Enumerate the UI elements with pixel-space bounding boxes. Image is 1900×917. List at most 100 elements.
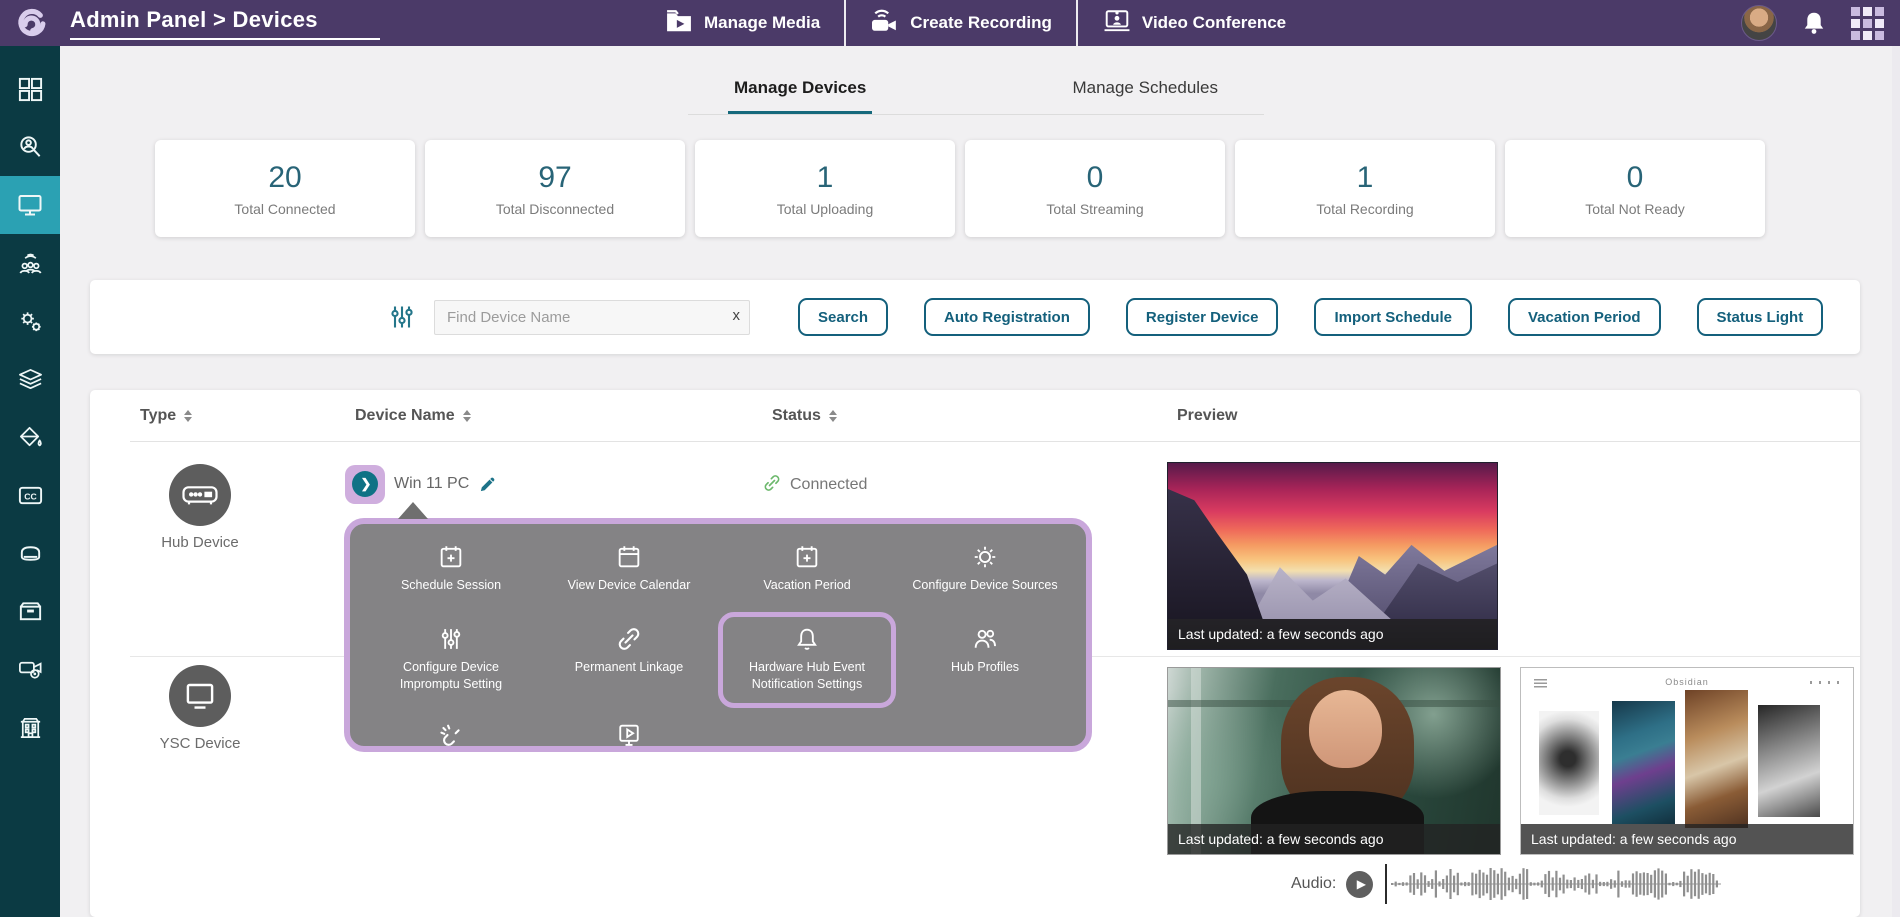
calendar-plus-icon xyxy=(437,543,465,571)
audio-waveform[interactable] xyxy=(1391,864,1721,904)
sidebar-item-devices[interactable] xyxy=(0,176,60,234)
preview-art xyxy=(1810,681,1840,684)
column-header-status[interactable]: Status xyxy=(762,407,1167,425)
popup-item-label: Configure Device Impromptu Setting xyxy=(372,659,530,693)
popup-item-hardware-hub-event-notification-settings[interactable]: Hardware Hub Event Notification Settings xyxy=(718,612,896,708)
last-updated-caption: Last updated: a few seconds ago xyxy=(1168,619,1497,649)
yuja-logo-icon[interactable] xyxy=(12,4,50,42)
stat-label: Total Disconnected xyxy=(496,201,614,217)
preview-art xyxy=(1309,690,1382,768)
video-conference-icon xyxy=(1102,8,1132,39)
device-actions-button[interactable]: ❯ xyxy=(345,465,385,504)
device-name-cell: ❯ Win 11 PC xyxy=(345,464,762,504)
device-preview-image[interactable]: Obsidian Last updated: a few seconds ago xyxy=(1520,667,1854,855)
admin-panel-page: Admin Panel > Devices Manage Media xyxy=(0,0,1900,917)
apps-grid-icon[interactable] xyxy=(1851,7,1884,40)
popup-item-view-device-calendar[interactable]: View Device Calendar xyxy=(540,530,718,612)
sidebar-item-settings[interactable] xyxy=(0,292,60,350)
sidebar-item-archive[interactable] xyxy=(0,582,60,640)
archive-box-icon xyxy=(17,598,44,625)
sidebar-item-layers[interactable] xyxy=(0,350,60,408)
sidebar-item-user-search[interactable] xyxy=(0,118,60,176)
broken-link-icon xyxy=(437,721,465,749)
breadcrumb[interactable]: Admin Panel > Devices xyxy=(70,7,380,40)
last-updated-caption: Last updated: a few seconds ago xyxy=(1521,824,1853,854)
popup-item-vacation-period[interactable]: Vacation Period xyxy=(718,530,896,612)
column-header-device-name[interactable]: Device Name xyxy=(345,407,762,425)
popup-item-label: Configure Device Sources xyxy=(912,577,1057,594)
create-recording-label: Create Recording xyxy=(910,13,1052,33)
sidebar: CC xyxy=(0,46,60,917)
top-bar: Admin Panel > Devices Manage Media xyxy=(0,0,1900,46)
popup-item-configure-device-sources[interactable]: Configure Device Sources xyxy=(896,530,1074,612)
popup-item-label: Hub Profiles xyxy=(951,659,1019,676)
avatar[interactable] xyxy=(1741,5,1777,41)
tab-manage-schedules[interactable]: Manage Schedules xyxy=(1066,72,1224,114)
main-content: Manage Devices Manage Schedules 20 Total… xyxy=(60,46,1900,917)
scrollbar[interactable] xyxy=(1892,46,1900,917)
device-preview-image[interactable]: Last updated: a few seconds ago xyxy=(1167,667,1501,855)
conference-people-icon xyxy=(17,250,44,277)
popup-item-label: Start Impromptu Session xyxy=(560,755,698,772)
create-recording-button[interactable]: Create Recording xyxy=(846,0,1076,46)
stat-card-total-disconnected: 97 Total Disconnected xyxy=(425,140,685,237)
device-preview-image[interactable]: Last updated: a few seconds ago xyxy=(1167,462,1498,650)
sidebar-item-recorder[interactable] xyxy=(0,640,60,698)
table-header-row: Type Device Name Status Preview xyxy=(130,390,1860,442)
search-button[interactable]: Search xyxy=(798,298,888,336)
play-button[interactable]: ▶ xyxy=(1346,871,1373,898)
column-header-type[interactable]: Type xyxy=(130,407,345,425)
search-input[interactable] xyxy=(434,300,750,335)
type-cell: YSC Device xyxy=(130,657,345,915)
device-type-label: Hub Device xyxy=(161,534,239,551)
device-type-label: YSC Device xyxy=(160,735,241,752)
column-label: Status xyxy=(772,407,821,425)
sidebar-item-theme[interactable] xyxy=(0,408,60,466)
stat-card-total-connected: 20 Total Connected xyxy=(155,140,415,237)
video-conference-button[interactable]: Video Conference xyxy=(1078,0,1310,46)
popup-item-label: Schedule Session xyxy=(401,577,501,594)
popup-item-configure-device-impromptu-setting[interactable]: Configure Device Impromptu Setting xyxy=(362,612,540,708)
sort-icon xyxy=(829,410,837,422)
user-search-icon xyxy=(17,134,44,161)
preview-site-title: Obsidian xyxy=(1521,677,1853,687)
popup-item-schedule-session[interactable]: Schedule Session xyxy=(362,530,540,612)
clear-input-button[interactable]: x xyxy=(733,307,741,324)
popup-item-label: Permanent Linkage xyxy=(575,659,683,676)
edit-name-icon[interactable] xyxy=(478,475,497,494)
audio-cursor xyxy=(1385,864,1387,904)
sidebar-item-storage[interactable] xyxy=(0,524,60,582)
register-device-button[interactable]: Register Device xyxy=(1126,298,1279,336)
vacation-period-button[interactable]: Vacation Period xyxy=(1508,298,1661,336)
sidebar-item-captions[interactable]: CC xyxy=(0,466,60,524)
popup-item-unregister-device[interactable]: Unregister Device xyxy=(362,708,540,777)
status-text: Connected xyxy=(790,476,867,494)
preview-art xyxy=(1612,701,1675,824)
popup-item-start-impromptu-session[interactable]: Start Impromptu Session xyxy=(540,708,718,777)
popup-item-hub-profiles[interactable]: Hub Profiles xyxy=(896,612,1074,708)
notifications-bell-icon[interactable] xyxy=(1801,10,1827,36)
status-light-button[interactable]: Status Light xyxy=(1697,298,1824,336)
stat-label: Total Streaming xyxy=(1046,201,1143,217)
sidebar-item-dashboard[interactable] xyxy=(0,60,60,118)
stats-row: 20 Total Connected 97 Total Disconnected… xyxy=(155,140,1765,237)
import-schedule-button[interactable]: Import Schedule xyxy=(1314,298,1472,336)
gear-icon xyxy=(971,543,999,571)
preview-art xyxy=(1758,705,1819,817)
column-label: Preview xyxy=(1177,407,1237,425)
auto-registration-button[interactable]: Auto Registration xyxy=(924,298,1090,336)
people-icon xyxy=(971,625,999,653)
devices-monitor-icon xyxy=(16,191,44,219)
manage-media-button[interactable]: Manage Media xyxy=(640,0,844,46)
search-panel: x Search Auto Registration Register Devi… xyxy=(90,280,1860,354)
stat-value: 1 xyxy=(1357,161,1374,195)
bell-icon xyxy=(793,625,821,653)
device-search-field: x xyxy=(434,300,750,335)
sidebar-item-conference[interactable] xyxy=(0,234,60,292)
stat-value: 20 xyxy=(268,161,301,195)
tab-manage-devices[interactable]: Manage Devices xyxy=(728,72,872,114)
popup-pointer-arrow xyxy=(398,502,428,519)
popup-item-permanent-linkage[interactable]: Permanent Linkage xyxy=(540,612,718,708)
stat-value: 97 xyxy=(538,161,571,195)
sidebar-item-institution[interactable] xyxy=(0,698,60,756)
